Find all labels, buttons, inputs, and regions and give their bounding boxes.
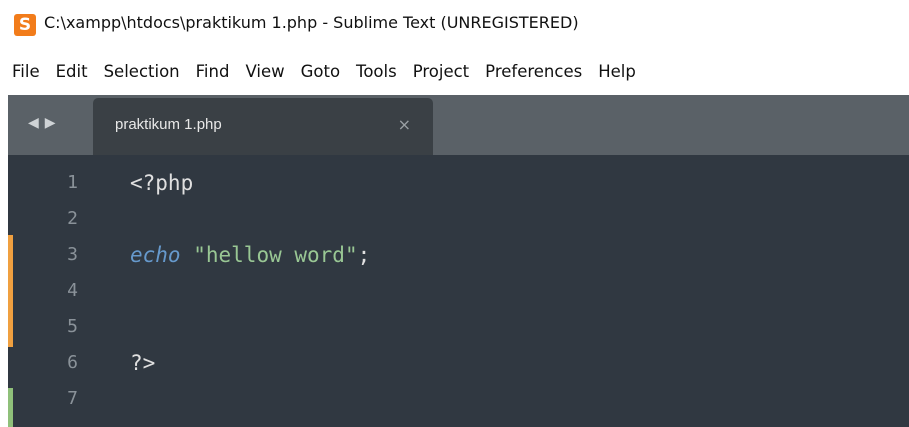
menu-view[interactable]: View	[237, 62, 292, 81]
code-terminator: ;	[357, 243, 371, 267]
code-text: ?>	[130, 351, 156, 375]
line-number: 4	[67, 280, 78, 301]
menu-help[interactable]: Help	[590, 62, 644, 81]
line-number: 3	[67, 244, 78, 265]
tab-next-arrow-icon[interactable]: ▶	[45, 115, 56, 131]
code-keyword: echo	[130, 243, 181, 267]
line-number: 2	[67, 208, 78, 229]
window-title: C:\xampp\htdocs\praktikum 1.php - Sublim…	[44, 13, 579, 32]
menu-edit[interactable]: Edit	[48, 62, 96, 81]
title-bar: S C:\xampp\htdocs\praktikum 1.php - Subl…	[0, 0, 909, 52]
code-line: 1 <?php	[8, 165, 909, 201]
menu-find[interactable]: Find	[188, 62, 238, 81]
close-icon[interactable]: ×	[398, 115, 411, 134]
code-string: "hellow word"	[193, 243, 358, 267]
menu-project[interactable]: Project	[405, 62, 477, 81]
sublime-text-icon: S	[14, 14, 36, 36]
tab-praktikum-1-php[interactable]: praktikum 1.php ×	[93, 98, 433, 155]
code-line: 6 ?>	[8, 345, 909, 381]
line-number: 6	[67, 352, 78, 373]
tab-nav-arrows: ◀ ▶	[28, 115, 56, 131]
menu-tools[interactable]: Tools	[348, 62, 405, 81]
sublime-window: S C:\xampp\htdocs\praktikum 1.php - Subl…	[0, 0, 909, 427]
menu-bar: File Edit Selection Find View Goto Tools…	[0, 54, 909, 88]
code-line: 5	[8, 309, 909, 345]
tab-label: praktikum 1.php	[115, 116, 222, 133]
code-editor[interactable]: 1 <?php 2 3 echo "hellow word"; 4 5 6 ?>…	[8, 155, 909, 427]
code-line: 7	[8, 381, 909, 417]
code-line: 2	[8, 201, 909, 237]
menu-selection[interactable]: Selection	[96, 62, 188, 81]
menu-file[interactable]: File	[4, 62, 48, 81]
tab-strip: ◀ ▶ praktikum 1.php ×	[8, 95, 909, 155]
code-text: <?php	[130, 171, 194, 195]
tab-prev-arrow-icon[interactable]: ◀	[28, 115, 39, 131]
line-number: 5	[67, 316, 78, 337]
code-line: 3 echo "hellow word";	[8, 237, 909, 273]
line-number: 1	[67, 172, 78, 193]
line-number: 7	[67, 388, 78, 409]
menu-goto[interactable]: Goto	[293, 62, 348, 81]
code-line: 4	[8, 273, 909, 309]
code-text: echo "hellow word";	[130, 237, 370, 273]
menu-preferences[interactable]: Preferences	[477, 62, 590, 81]
